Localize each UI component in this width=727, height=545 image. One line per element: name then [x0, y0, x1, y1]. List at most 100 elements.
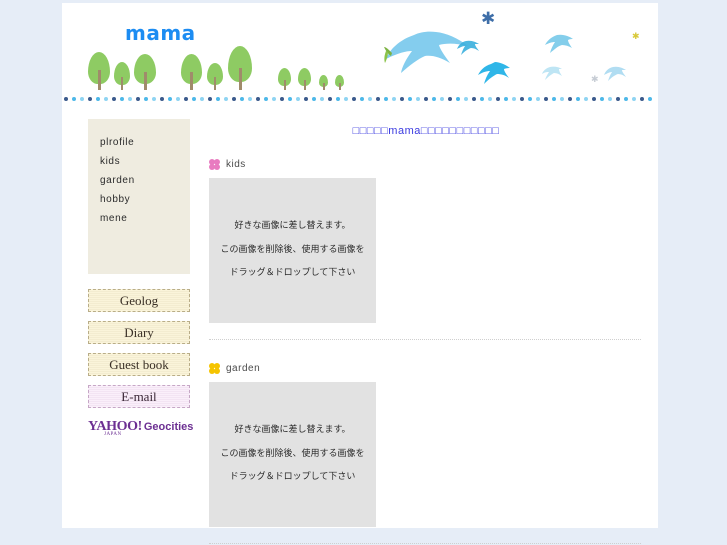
divider-dot — [384, 97, 388, 101]
divider-dot — [392, 97, 396, 101]
divider-dot — [424, 97, 428, 101]
sidebar-item-garden[interactable]: garden — [88, 171, 190, 190]
divider-dot — [544, 97, 548, 101]
tree-icon — [207, 63, 223, 90]
snowflake-icon: ✱ — [632, 32, 640, 42]
diary-button[interactable]: Diary — [88, 321, 190, 344]
snowflake-icon: ✱ — [481, 9, 496, 29]
divider-dot — [72, 97, 76, 101]
divider-dot — [592, 97, 596, 101]
tree-icon — [228, 46, 252, 90]
photo-dropzone-line2: この画像を削除後、使用する画像を — [220, 244, 365, 255]
divider-dot — [528, 97, 532, 101]
divider-dot — [80, 97, 84, 101]
sidebar-nav-panel: plrofile kids garden hobby mene — [88, 119, 190, 274]
photo-dropzone[interactable]: 好きな画像に差し替えます。 この画像を削除後、使用する画像を ドラッグ＆ドロップ… — [209, 178, 376, 323]
page-title: □□□□□mama□□□□□□□□□□□ — [352, 125, 500, 137]
divider-dot — [456, 97, 460, 101]
divider-dot — [96, 97, 100, 101]
divider-dot — [552, 97, 556, 101]
photo-dropzone[interactable]: 好きな画像に差し替えます。 この画像を削除後、使用する画像を ドラッグ＆ドロップ… — [209, 382, 376, 527]
divider-dot — [352, 97, 356, 101]
divider-dot — [312, 97, 316, 101]
header-banner: mama ✱ ✱ ✱ — [62, 3, 658, 95]
geolog-button[interactable]: Geolog — [88, 289, 190, 312]
divider-dot — [608, 97, 612, 101]
divider-dot — [360, 97, 364, 101]
geocities-wordmark: Geocities — [143, 421, 194, 433]
email-button[interactable]: E-mail — [88, 385, 190, 408]
guest-book-button[interactable]: Guest book — [88, 353, 190, 376]
sidebar-item-kids[interactable]: kids — [88, 152, 190, 171]
photo-dropzone-line3: ドラッグ＆ドロップして下さい — [229, 472, 356, 483]
divider-dot — [216, 97, 220, 101]
photo-dropzone-text: 好きな画像に差し替えます。 この画像を削除後、使用する画像を ドラッグ＆ドロップ… — [209, 178, 376, 323]
section-header: kids — [209, 153, 644, 178]
divider-dot — [512, 97, 516, 101]
swallow-bird-icon — [542, 65, 562, 87]
email-button-label: E-mail — [121, 389, 157, 404]
divider-dot — [376, 97, 380, 101]
site-title: mama — [125, 21, 196, 45]
sidebar-item-menu[interactable]: mene — [88, 209, 190, 228]
sidebar-item-label: plrofile — [100, 137, 135, 148]
sidebar-item-label: hobby — [100, 194, 131, 205]
tree-icon — [319, 75, 328, 90]
page-container: mama ✱ ✱ ✱ plrofile kids garden hobby me… — [62, 3, 658, 544]
divider-dot — [104, 97, 108, 101]
divider-dot — [328, 97, 332, 101]
tree-icon — [278, 68, 291, 90]
photo-dropzone-line3: ドラッグ＆ドロップして下さい — [229, 268, 356, 279]
divider-dot — [128, 97, 132, 101]
sidebar-item-profile[interactable]: plrofile — [88, 133, 190, 152]
divider-dot — [584, 97, 588, 101]
divider-dot — [64, 97, 68, 101]
divider-dot — [496, 97, 500, 101]
sidebar-item-hobby[interactable]: hobby — [88, 190, 190, 209]
guest-book-button-label: Guest book — [109, 357, 169, 372]
diary-button-label: Diary — [124, 325, 154, 340]
dotted-divider — [62, 95, 658, 103]
tree-icon — [335, 75, 344, 90]
section-label: kids — [226, 159, 246, 170]
section-label: garden — [226, 363, 261, 374]
divider-dot — [600, 97, 604, 101]
divider-dot — [616, 97, 620, 101]
divider-dot — [160, 97, 164, 101]
divider-dot — [232, 97, 236, 101]
divider-dot — [248, 97, 252, 101]
geolog-button-label: Geolog — [119, 293, 159, 308]
divider-dot — [200, 97, 204, 101]
swallow-bird-icon — [478, 61, 510, 92]
divider-dot — [472, 97, 476, 101]
divider-dot — [208, 97, 212, 101]
tree-icon — [298, 68, 311, 90]
divider-dot — [448, 97, 452, 101]
body-area: plrofile kids garden hobby mene Geolog D… — [62, 103, 658, 544]
yahoo-geocities-logo[interactable]: YAHOO! Geocities JAPAN — [88, 417, 193, 437]
divider-dot — [240, 97, 244, 101]
divider-dot — [272, 97, 276, 101]
divider-dot — [520, 97, 524, 101]
divider-dot — [144, 97, 148, 101]
divider-dot — [136, 97, 140, 101]
section-garden: garden 好きな画像に差し替えます。 この画像を削除後、使用する画像を ドラ… — [208, 357, 644, 545]
sidebar-item-label: garden — [100, 175, 135, 186]
tree-icon — [134, 54, 156, 90]
divider-dot — [632, 97, 636, 101]
divider-dot — [344, 97, 348, 101]
divider-dot — [504, 97, 508, 101]
divider-dot — [304, 97, 308, 101]
divider-dot — [568, 97, 572, 101]
photo-dropzone-line1: 好きな画像に差し替えます。 — [234, 221, 351, 232]
sidebar-item-label: kids — [100, 156, 121, 167]
divider-dot — [536, 97, 540, 101]
divider-dot — [432, 97, 436, 101]
divider-dot — [320, 97, 324, 101]
section-kids: kids 好きな画像に差し替えます。 この画像を削除後、使用する画像を ドラッグ… — [208, 153, 644, 357]
divider-dot — [288, 97, 292, 101]
sidebar: plrofile kids garden hobby mene Geolog D… — [88, 119, 193, 437]
flower-icon — [209, 363, 220, 374]
divider-dot — [336, 97, 340, 101]
